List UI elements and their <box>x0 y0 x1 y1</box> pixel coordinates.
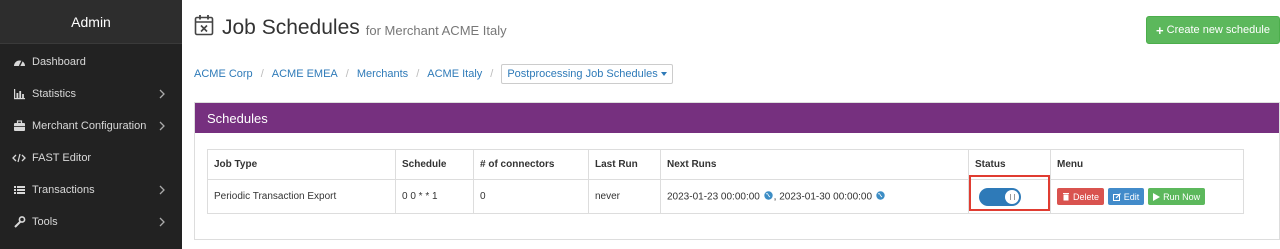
briefcase-icon <box>12 119 26 133</box>
sidebar-item-tools[interactable]: Tools <box>0 206 182 238</box>
bar-chart-icon <box>12 87 26 101</box>
edit-label: Edit <box>1123 191 1140 202</box>
job-type-cell: Periodic Transaction Export <box>207 179 396 214</box>
column-header: Last Run <box>588 149 661 180</box>
main-content: Job Schedules for Merchant ACME Italy + … <box>182 0 1280 249</box>
breadcrumb-dropdown-label: Postprocessing Job Schedules <box>507 68 658 80</box>
chevron-right-icon <box>156 87 168 101</box>
delete-button[interactable]: Delete <box>1057 188 1105 205</box>
breadcrumb: ACME Corp / ACME EMEA / Merchants / ACME… <box>194 64 673 84</box>
breadcrumb-item-acme-corp[interactable]: ACME Corp <box>194 68 253 80</box>
create-schedule-button[interactable]: + Create new schedule <box>1146 16 1280 44</box>
next-runs-cell: 2023-01-23 00:00:00 , 2023-01-30 00:00:0… <box>660 179 969 214</box>
next-runs-separator: , <box>773 191 777 203</box>
schedules-panel: Schedules Job Type Schedule # of connect… <box>194 102 1280 240</box>
sidebar-item-label: Merchant Configuration <box>32 120 147 132</box>
breadcrumb-separator: / <box>260 68 264 80</box>
breadcrumb-dropdown[interactable]: Postprocessing Job Schedules <box>501 64 673 84</box>
trash-icon <box>1063 193 1069 201</box>
next-run-value: 2023-01-23 00:00:00 <box>667 191 760 203</box>
next-run-value: 2023-01-30 00:00:00 <box>779 191 873 203</box>
chevron-right-icon <box>156 215 168 229</box>
page-subtitle: for Merchant ACME Italy <box>365 22 507 38</box>
globe-icon[interactable] <box>876 190 885 203</box>
column-header: # of connectors <box>473 149 589 180</box>
sidebar-item-dashboard[interactable]: Dashboard <box>0 46 182 78</box>
breadcrumb-item-acme-emea[interactable]: ACME EMEA <box>272 68 338 80</box>
code-icon <box>12 151 26 165</box>
calendar-icon <box>194 14 214 41</box>
page-header: Job Schedules for Merchant ACME Italy <box>194 14 507 41</box>
connectors-cell: 0 <box>473 179 589 214</box>
panel-title: Schedules <box>195 103 1279 133</box>
breadcrumb-item-acme-italy[interactable]: ACME Italy <box>427 68 482 80</box>
sidebar: Admin Dashboard Statistics Merchant Conf… <box>0 0 182 249</box>
status-highlight-box <box>969 175 1050 211</box>
edit-icon <box>1112 192 1121 201</box>
schedules-table: Job Type Schedule # of connectors Last R… <box>207 149 1244 214</box>
plus-icon: + <box>1156 22 1164 38</box>
sidebar-item-label: Statistics <box>32 88 77 100</box>
sidebar-item-fast-editor[interactable]: FAST Editor <box>0 142 182 174</box>
create-schedule-label: Create new schedule <box>1166 24 1270 36</box>
dashboard-icon <box>12 55 26 69</box>
column-header: Job Type <box>207 149 396 180</box>
breadcrumb-separator: / <box>345 68 349 80</box>
wrench-icon <box>12 215 26 229</box>
menu-cell: Delete Edit Run Now <box>1050 179 1244 214</box>
table-header-row: Job Type Schedule # of connectors Last R… <box>207 149 1244 180</box>
chevron-right-icon <box>156 183 168 197</box>
table-row: Periodic Transaction Export 0 0 * * 1 0 … <box>207 179 1244 214</box>
breadcrumb-separator: / <box>416 68 420 80</box>
sidebar-item-label: Tools <box>32 216 58 228</box>
breadcrumb-item-merchants[interactable]: Merchants <box>357 68 408 80</box>
edit-button[interactable]: Edit <box>1107 188 1145 205</box>
sidebar-item-label: Dashboard <box>32 56 86 68</box>
column-header: Schedule <box>395 149 474 180</box>
play-icon <box>1153 192 1161 201</box>
chevron-right-icon <box>156 119 168 133</box>
sidebar-item-merchant-configuration[interactable]: Merchant Configuration <box>0 110 182 142</box>
page-title: Job Schedules <box>222 15 360 39</box>
sidebar-item-transactions[interactable]: Transactions <box>0 174 182 206</box>
breadcrumb-separator: / <box>490 68 494 80</box>
run-now-label: Run Now <box>1163 191 1201 202</box>
column-header: Menu <box>1050 149 1244 180</box>
sidebar-item-label: FAST Editor <box>32 152 92 164</box>
sidebar-item-label: Transactions <box>32 184 95 196</box>
list-icon <box>12 183 26 197</box>
run-now-button[interactable]: Run Now <box>1148 188 1206 205</box>
last-run-cell: never <box>588 179 661 214</box>
column-header: Next Runs <box>660 149 969 180</box>
sidebar-item-statistics[interactable]: Statistics <box>0 78 182 110</box>
sidebar-header: Admin <box>0 0 182 44</box>
delete-label: Delete <box>1073 191 1100 202</box>
caret-down-icon <box>660 72 667 76</box>
globe-icon[interactable] <box>763 190 773 203</box>
schedule-cell: 0 0 * * 1 <box>395 179 474 214</box>
